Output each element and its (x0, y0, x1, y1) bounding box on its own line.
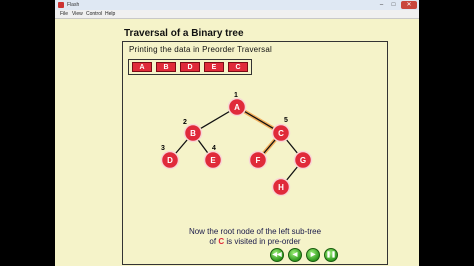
visit-order-d: 3 (161, 145, 165, 152)
tree-node-label-g: G (300, 156, 306, 165)
rewind-button[interactable]: ◀◀ (270, 248, 284, 262)
tree-node-label-f: F (256, 156, 261, 165)
visit-order-b: 2 (183, 119, 187, 126)
caption: Now the root node of the left sub-tree o… (122, 227, 388, 247)
caption-line-1: Now the root node of the left sub-tree (188, 227, 322, 236)
caption-line-2-suffix: is visited in pre-order (224, 237, 301, 246)
pause-button[interactable]: ❚❚ (324, 248, 338, 262)
back-button[interactable]: ◀ (288, 248, 302, 262)
flash-stage: Traversal of a Binary tree Printing the … (55, 19, 419, 266)
menu-bar: File View Control Help (55, 10, 419, 19)
minimize-button[interactable]: – (376, 1, 387, 9)
tree-node-label-b: B (190, 129, 196, 138)
maximize-button[interactable]: □ (388, 1, 399, 9)
window-title: Flash (67, 2, 80, 8)
menu-control[interactable]: Control (86, 10, 102, 18)
tree-node-label-e: E (210, 156, 216, 165)
close-button[interactable]: ✕ (401, 1, 417, 9)
menu-help[interactable]: Help (105, 10, 115, 18)
tree-node-label-d: D (167, 156, 173, 165)
visit-order-a: 1 (234, 92, 238, 99)
visit-order-c: 5 (284, 117, 288, 124)
flash-app-icon (58, 2, 64, 8)
caption-line-2: of C is visited in pre-order (122, 237, 388, 247)
visit-order-e: 4 (212, 145, 216, 152)
play-button[interactable]: ▶ (306, 248, 320, 262)
menu-view[interactable]: View (72, 10, 83, 18)
tree-node-label-c: C (278, 129, 284, 138)
playback-controls: ◀◀ ◀ ▶ ❚❚ (270, 248, 410, 266)
tree-node-label-a: A (234, 103, 240, 112)
app-window: Flash – □ ✕ File View Control Help Trave… (55, 0, 419, 266)
caption-line-2-prefix: of (209, 237, 219, 246)
tree-node-label-h: H (278, 183, 284, 192)
menu-file[interactable]: File (60, 10, 68, 18)
